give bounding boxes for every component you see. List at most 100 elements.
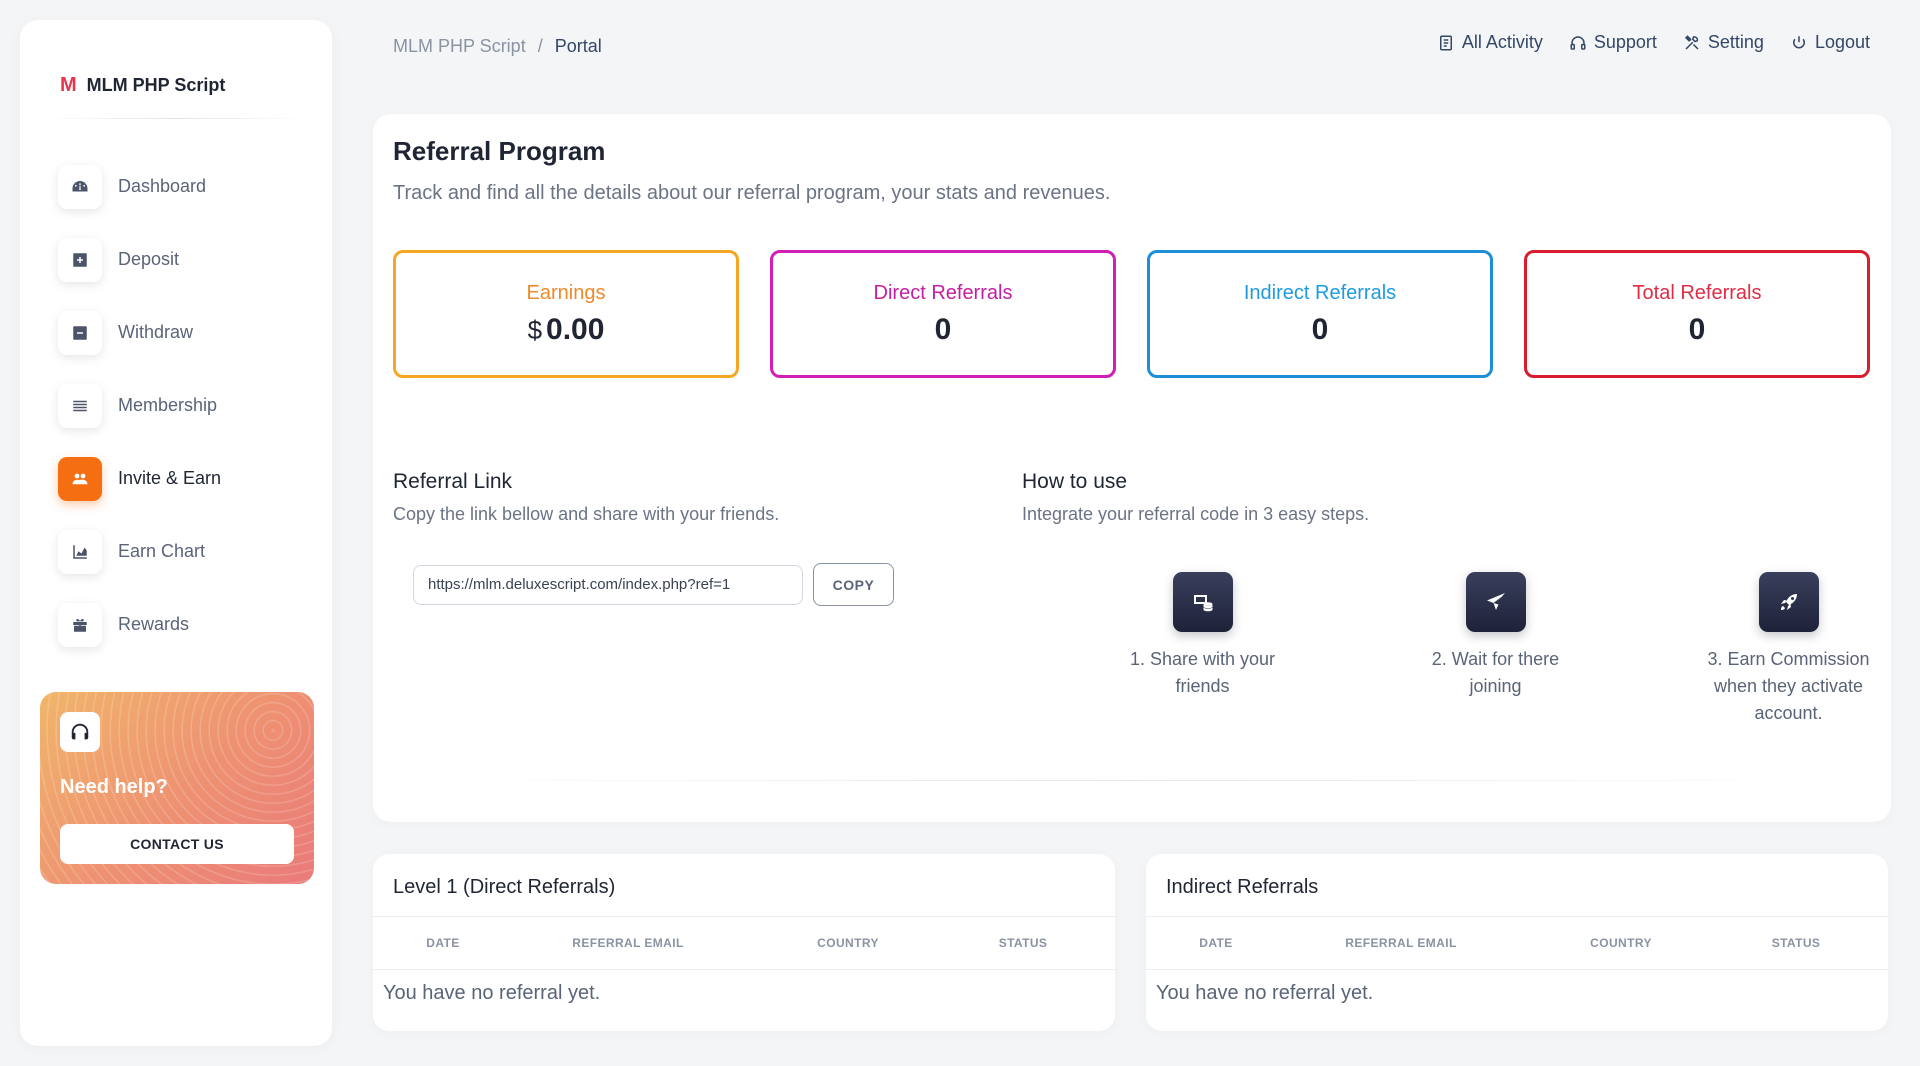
how-to-use-title: How to use <box>1022 470 1128 493</box>
stat-value: $0.00 <box>528 313 605 347</box>
list-icon <box>58 383 102 428</box>
sidebar-nav: Dashboard Deposit Withdraw Membership In… <box>58 150 318 661</box>
column-header[interactable]: STATUS <box>1726 936 1866 950</box>
step-wait: 2. Wait for there joining <box>1349 572 1642 727</box>
stat-label: Total Referrals <box>1632 281 1762 304</box>
indirect-referrals-stat: Indirect Referrals 0 <box>1147 250 1493 378</box>
all-activity-link[interactable]: All Activity <box>1437 32 1543 53</box>
copy-button[interactable]: COPY <box>813 563 894 606</box>
headphones-icon <box>60 712 100 752</box>
minus-square-icon <box>58 310 102 355</box>
page-subtitle: Track and find all the details about our… <box>393 182 1111 204</box>
logout-link[interactable]: Logout <box>1790 32 1870 53</box>
referral-link-title: Referral Link <box>393 470 513 493</box>
breadcrumb-separator: / <box>537 36 543 56</box>
all-activity-label: All Activity <box>1461 32 1543 52</box>
empty-message: You have no referral yet. <box>383 982 601 1004</box>
sidebar-item-label: Rewards <box>118 614 190 634</box>
setting-link[interactable]: Setting <box>1683 32 1764 53</box>
how-to-use-section: How to use Integrate your referral code … <box>1022 470 1369 525</box>
contact-us-button[interactable]: CONTACT US <box>60 824 294 864</box>
paper-plane-icon <box>1465 572 1526 632</box>
table-title: Level 1 (Direct Referrals) <box>393 876 616 898</box>
area-chart-icon <box>58 529 102 574</box>
stat-label: Earnings <box>526 281 606 304</box>
sidebar-item-membership[interactable]: Membership <box>58 369 318 442</box>
sidebar-item-earn-chart[interactable]: Earn Chart <box>58 515 318 588</box>
total-referrals-stat: Total Referrals 0 <box>1524 250 1870 378</box>
sidebar-item-label: Earn Chart <box>118 541 206 561</box>
logout-label: Logout <box>1814 32 1870 52</box>
column-header[interactable]: REFERRAL EMAIL <box>1286 936 1516 950</box>
referral-link-subtitle: Copy the link bellow and share with your… <box>393 504 780 524</box>
column-header[interactable]: DATE <box>373 936 513 950</box>
stat-value: 0 <box>1688 312 1706 346</box>
stats-row: Earnings $0.00 Direct Referrals 0 Indire… <box>393 250 1870 378</box>
sidebar: M MLM PHP Script Dashboard Deposit Withd… <box>20 20 332 1046</box>
table-title: Indirect Referrals <box>1166 876 1319 898</box>
brand[interactable]: M MLM PHP Script <box>60 74 225 97</box>
indirect-referrals-table: Indirect Referrals DATE REFERRAL EMAIL C… <box>1146 854 1888 1031</box>
step-text: 3. Earn Commission when they activate ac… <box>1707 649 1870 723</box>
rocket-icon <box>1758 572 1819 632</box>
column-header[interactable]: DATE <box>1146 936 1286 950</box>
sidebar-item-dashboard[interactable]: Dashboard <box>58 150 318 223</box>
column-header[interactable]: REFERRAL EMAIL <box>513 936 743 950</box>
stat-label: Direct Referrals <box>873 281 1013 304</box>
help-title: Need help? <box>60 776 168 798</box>
step-share: 1. Share with your friends <box>1056 572 1349 727</box>
column-header[interactable]: STATUS <box>953 936 1093 950</box>
page-title: Referral Program <box>393 136 606 166</box>
sidebar-item-withdraw[interactable]: Withdraw <box>58 296 318 369</box>
how-to-use-subtitle: Integrate your referral code in 3 easy s… <box>1022 504 1370 524</box>
tools-icon <box>1684 34 1699 50</box>
earnings-value: 0.00 <box>546 312 605 346</box>
plus-square-icon <box>58 237 102 282</box>
sidebar-item-label: Deposit <box>118 249 180 269</box>
direct-referrals-table: Level 1 (Direct Referrals) DATE REFERRAL… <box>373 854 1115 1031</box>
breadcrumb-current: Portal <box>554 36 602 56</box>
breadcrumb: MLM PHP Script / Portal <box>393 36 602 57</box>
gift-icon <box>58 602 102 647</box>
steps-list: 1. Share with your friends 2. Wait for t… <box>1056 572 1920 727</box>
sidebar-item-rewards[interactable]: Rewards <box>58 588 318 661</box>
dashboard-icon <box>58 164 102 209</box>
brand-name: MLM PHP Script <box>86 75 226 95</box>
table-header: DATE REFERRAL EMAIL COUNTRY STATUS <box>1146 916 1888 970</box>
setting-label: Setting <box>1707 32 1764 52</box>
referral-url-field[interactable] <box>413 564 803 605</box>
support-link[interactable]: Support <box>1569 32 1657 53</box>
sidebar-item-label: Invite & Earn <box>118 468 222 488</box>
help-card: Need help? CONTACT US <box>40 692 314 884</box>
earnings-stat: Earnings $0.00 <box>393 250 739 378</box>
table-header: DATE REFERRAL EMAIL COUNTRY STATUS <box>373 916 1115 970</box>
sidebar-item-invite-earn[interactable]: Invite & Earn <box>58 442 318 515</box>
direct-referrals-stat: Direct Referrals 0 <box>770 250 1116 378</box>
step-earn: 3. Earn Commission when they activate ac… <box>1642 572 1920 727</box>
column-header[interactable]: COUNTRY <box>743 936 953 950</box>
referral-program-card: Referral Program Track and find all the … <box>373 114 1891 822</box>
stat-value: 0 <box>934 312 952 346</box>
referral-link-row: COPY <box>413 563 894 606</box>
stat-label: Indirect Referrals <box>1243 281 1397 304</box>
sidebar-item-deposit[interactable]: Deposit <box>58 223 318 296</box>
coins-icon <box>1172 572 1233 632</box>
users-icon <box>58 456 102 501</box>
sidebar-item-label: Dashboard <box>118 176 207 196</box>
step-text: 2. Wait for there joining <box>1431 649 1560 696</box>
power-icon <box>1792 35 1805 48</box>
empty-message: You have no referral yet. <box>1156 982 1374 1004</box>
brand-logo: M <box>60 74 77 96</box>
breadcrumb-parent[interactable]: MLM PHP Script <box>393 36 526 57</box>
column-header[interactable]: COUNTRY <box>1516 936 1726 950</box>
currency-symbol: $ <box>527 314 543 345</box>
sidebar-divider <box>44 118 308 119</box>
stat-value: 0 <box>1311 312 1329 346</box>
headphones-icon <box>1570 35 1586 50</box>
sidebar-item-label: Membership <box>118 395 218 415</box>
sidebar-item-label: Withdraw <box>118 322 194 342</box>
card-divider <box>433 780 1831 781</box>
activity-log-icon <box>1439 35 1452 50</box>
step-text: 1. Share with your friends <box>1129 649 1276 696</box>
support-label: Support <box>1593 32 1657 52</box>
